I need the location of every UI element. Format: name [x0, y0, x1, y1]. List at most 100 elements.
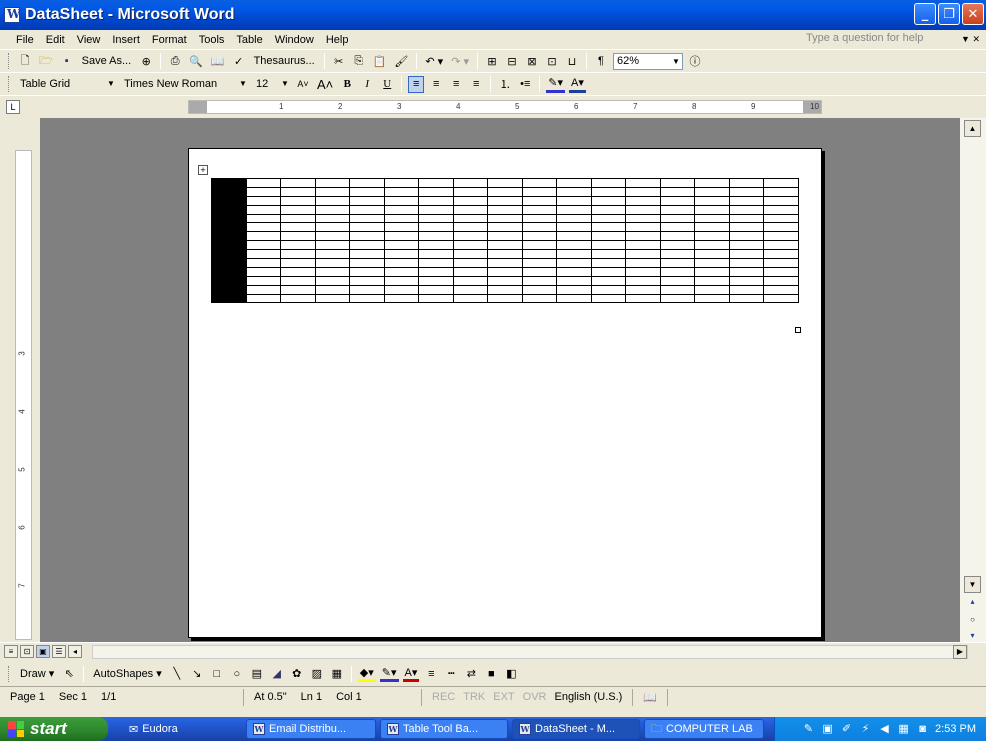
table-cell[interactable] — [314, 293, 350, 304]
horizontal-scrollbar[interactable]: ▶ — [92, 645, 968, 659]
table-cell[interactable] — [625, 186, 661, 197]
table-cell[interactable] — [349, 240, 385, 251]
open-folder-icon[interactable]: 🗁 — [37, 53, 55, 70]
table-cell[interactable] — [694, 231, 730, 242]
split-cells-icon[interactable]: ⊡ — [544, 53, 560, 70]
table-cell[interactable] — [418, 213, 454, 224]
table-cell[interactable] — [280, 293, 316, 304]
table-cell[interactable] — [556, 213, 592, 224]
table-cell[interactable] — [556, 195, 592, 206]
table-cell[interactable] — [280, 231, 316, 242]
highlight-icon[interactable]: ✎▾ — [546, 76, 566, 93]
table-cell[interactable] — [659, 240, 695, 251]
table-cell[interactable] — [590, 275, 626, 286]
table-cell[interactable] — [763, 222, 799, 233]
draw-menu-button[interactable]: Draw ▾ — [17, 665, 57, 682]
table-cell[interactable] — [280, 275, 316, 286]
table-cell[interactable] — [556, 284, 592, 295]
table-cell[interactable] — [728, 204, 764, 215]
table-cell[interactable] — [694, 186, 730, 197]
table-cell[interactable] — [763, 293, 799, 304]
table-cell[interactable] — [487, 195, 523, 206]
table-cell[interactable] — [383, 293, 419, 304]
table-cell[interactable] — [659, 231, 695, 242]
table-cell[interactable] — [694, 195, 730, 206]
shrink-font-icon[interactable]: A˅ — [295, 76, 311, 93]
table-cell[interactable] — [314, 284, 350, 295]
table-cell[interactable] — [556, 186, 592, 197]
table-cell[interactable] — [659, 213, 695, 224]
chevron-down-icon[interactable]: ▼ — [237, 76, 249, 91]
table-cell[interactable] — [763, 258, 799, 268]
table-cell[interactable] — [487, 258, 523, 268]
table-cell[interactable] — [728, 186, 764, 197]
table-cell[interactable] — [349, 222, 385, 233]
outline-view-icon[interactable]: ☰ — [52, 645, 66, 658]
table-cell[interactable] — [452, 240, 488, 251]
print-preview-icon[interactable]: 🔍 — [187, 53, 205, 70]
table-cell[interactable] — [694, 213, 730, 224]
table-cell[interactable] — [245, 213, 281, 224]
chevron-down-icon[interactable]: ▼ — [279, 76, 291, 91]
status-rec[interactable]: REC — [432, 691, 455, 703]
table-cell[interactable] — [763, 284, 799, 295]
table-cell[interactable] — [349, 204, 385, 215]
table-cell[interactable] — [659, 186, 695, 197]
normal-view-icon[interactable]: ≡ — [4, 645, 18, 658]
menu-tools[interactable]: Tools — [193, 34, 231, 46]
table-cell[interactable] — [556, 204, 592, 215]
table-cell[interactable] — [349, 266, 385, 277]
table-cell[interactable] — [556, 275, 592, 286]
status-trk[interactable]: TRK — [463, 691, 485, 703]
table-cell[interactable] — [487, 293, 523, 304]
table-cell[interactable] — [245, 204, 281, 215]
close-button[interactable]: ✕ — [962, 3, 984, 25]
table-cell[interactable] — [625, 222, 661, 233]
table-cell[interactable] — [487, 275, 523, 286]
show-hide-icon[interactable]: ¶ — [593, 53, 609, 70]
table-cell[interactable] — [280, 284, 316, 295]
table-cell[interactable] — [625, 195, 661, 206]
table-cell-selected[interactable] — [211, 258, 247, 268]
table-cell[interactable] — [349, 293, 385, 304]
menu-format[interactable]: Format — [146, 34, 193, 46]
table-cell[interactable] — [245, 258, 281, 268]
research-icon[interactable]: 📖 — [209, 53, 227, 70]
table-resize-handle[interactable] — [795, 327, 801, 333]
table-cell[interactable] — [694, 275, 730, 286]
table-cell[interactable] — [487, 222, 523, 233]
tray-network-icon[interactable]: ⚡ — [859, 723, 872, 736]
table-cell[interactable] — [521, 231, 557, 242]
table-cell[interactable] — [694, 293, 730, 304]
table-cell[interactable] — [383, 178, 419, 188]
table-cell[interactable] — [521, 284, 557, 295]
table-cell[interactable] — [590, 266, 626, 277]
font-select[interactable]: Times New Roman ▼ — [121, 76, 249, 93]
table-cell[interactable] — [728, 231, 764, 242]
table-cell[interactable] — [452, 231, 488, 242]
table-cell[interactable] — [556, 266, 592, 277]
table-cell[interactable] — [383, 231, 419, 242]
table-cell[interactable] — [418, 178, 454, 188]
maximize-button[interactable]: ❐ — [938, 3, 960, 25]
table-cell[interactable] — [314, 178, 350, 188]
table-cell[interactable] — [314, 240, 350, 251]
font-size-select[interactable]: 12 ▼ — [253, 76, 291, 93]
new-document-icon[interactable]: 🗋 — [17, 53, 33, 70]
table-cell[interactable] — [521, 213, 557, 224]
font-color-icon[interactable]: A▾ — [569, 76, 586, 93]
vertical-ruler[interactable]: 3 4 5 6 7 — [15, 150, 32, 640]
table-cell[interactable] — [349, 275, 385, 286]
table-cell[interactable] — [590, 258, 626, 268]
horizontal-ruler[interactable]: 1 2 3 4 5 6 7 8 9 10 — [188, 100, 822, 114]
table-cell[interactable] — [383, 213, 419, 224]
justify-icon[interactable]: ≡ — [468, 76, 484, 93]
table-cell[interactable] — [418, 204, 454, 215]
table-cell[interactable] — [245, 231, 281, 242]
table-cell[interactable] — [625, 258, 661, 268]
help-dropdown-icon[interactable]: ▼ ✕ — [961, 34, 980, 45]
table-cell[interactable] — [383, 186, 419, 197]
table-cell[interactable] — [728, 178, 764, 188]
vertical-scrollbar[interactable]: ▲ ▼ ▴ ○ ▾ — [960, 118, 986, 642]
table-cell[interactable] — [659, 266, 695, 277]
